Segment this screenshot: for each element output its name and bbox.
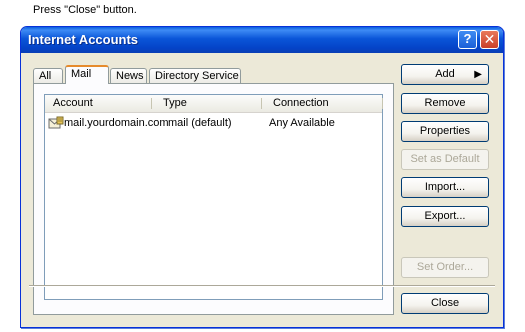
close-button[interactable]: Close bbox=[401, 293, 489, 314]
instruction-text: Press "Close" button. bbox=[33, 4, 137, 16]
add-label: Add bbox=[435, 68, 455, 80]
close-icon: ✕ bbox=[483, 31, 496, 47]
dialog-title: Internet Accounts bbox=[28, 32, 139, 47]
set-order-button[interactable]: Set Order... bbox=[401, 257, 489, 278]
remove-button[interactable]: Remove bbox=[401, 93, 489, 114]
tab-directory-service[interactable]: Directory Service bbox=[149, 68, 241, 83]
help-icon: ? bbox=[463, 31, 472, 46]
set-as-default-button[interactable]: Set as Default bbox=[401, 149, 489, 170]
account-type: mail (default) bbox=[168, 117, 232, 129]
list-header: Account Type Connection bbox=[45, 95, 383, 113]
title-bar[interactable]: Internet Accounts ? ✕ bbox=[21, 27, 503, 53]
tab-mail[interactable]: Mail bbox=[65, 65, 109, 84]
table-row[interactable]: mail.yourdomain.com mail (default) Any A… bbox=[45, 116, 382, 132]
help-button[interactable]: ? bbox=[458, 30, 477, 49]
column-divider[interactable] bbox=[151, 98, 152, 109]
properties-button[interactable]: Properties bbox=[401, 121, 489, 142]
tab-all[interactable]: All bbox=[33, 68, 63, 83]
column-header-connection[interactable]: Connection bbox=[273, 97, 329, 109]
accounts-list[interactable]: Account Type Connection mail.yourdomain.… bbox=[44, 94, 383, 300]
internet-accounts-dialog: Internet Accounts ? ✕ All Mail News Dire… bbox=[20, 26, 504, 328]
account-connection: Any Available bbox=[269, 117, 335, 129]
mail-account-icon bbox=[48, 116, 64, 133]
column-header-type[interactable]: Type bbox=[163, 97, 187, 109]
column-header-account[interactable]: Account bbox=[53, 97, 93, 109]
export-button[interactable]: Export... bbox=[401, 206, 489, 227]
column-divider[interactable] bbox=[261, 98, 262, 109]
tab-panel: Account Type Connection mail.yourdomain.… bbox=[33, 83, 394, 315]
tab-news[interactable]: News bbox=[110, 68, 147, 83]
add-button[interactable]: Add ▶ bbox=[401, 64, 489, 85]
account-name: mail.yourdomain.com bbox=[64, 117, 169, 129]
title-close-button[interactable]: ✕ bbox=[480, 30, 499, 49]
column-divider[interactable] bbox=[382, 98, 383, 109]
import-button[interactable]: Import... bbox=[401, 177, 489, 198]
chevron-right-icon: ▶ bbox=[474, 69, 482, 80]
divider bbox=[29, 285, 495, 287]
